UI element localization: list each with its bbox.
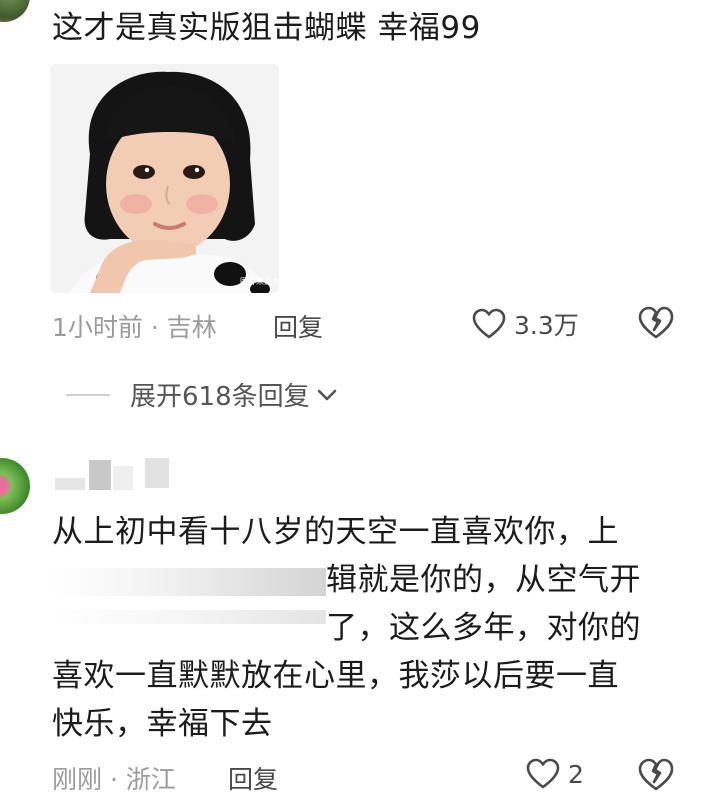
dislike-broken-heart-icon[interactable]	[638, 758, 674, 792]
expand-label: 展开618条回复	[130, 382, 310, 412]
comment-text-line: 了，这么多年，对你的	[326, 610, 641, 646]
comment-meta: 1小时前 · 吉林	[52, 313, 217, 342]
comment-text-line: 从上初中看十八岁的天空一直喜欢你，上	[52, 514, 619, 550]
comment-meta: 刚刚 · 浙江	[52, 765, 176, 794]
chevron-down-icon	[316, 388, 338, 402]
like-count: 2	[568, 759, 584, 789]
comment-text: 这才是真实版狙击蝴蝶 幸福99	[52, 10, 481, 46]
text-redaction	[50, 568, 326, 596]
image-watermark: 图片来源水印	[240, 276, 279, 286]
heart-icon	[472, 308, 506, 340]
comment-text-line: 辑就是你的，从空气开	[326, 562, 641, 598]
text-redaction	[50, 610, 326, 624]
expand-replies-button[interactable]: 展开618条回复	[66, 376, 338, 413]
like-button[interactable]: 2	[526, 758, 584, 790]
child-portrait-image: 图片来源水印	[50, 64, 279, 293]
dislike-broken-heart-icon[interactable]	[638, 306, 674, 340]
comment-text-line: 快乐，幸福下去	[52, 706, 273, 742]
comment-text-line: 喜欢一直默默放在心里，我莎以后要一直	[52, 658, 619, 694]
comment-image[interactable]: 图片来源水印	[50, 64, 279, 293]
like-count: 3.3万	[514, 311, 579, 340]
reply-button[interactable]: 回复	[228, 760, 278, 796]
avatar[interactable]	[0, 458, 30, 514]
like-button[interactable]: 3.3万	[472, 306, 579, 342]
divider	[66, 393, 110, 396]
avatar[interactable]	[0, 0, 30, 22]
reply-button[interactable]: 回复	[273, 308, 323, 344]
username-redacted	[55, 456, 175, 492]
heart-icon	[526, 758, 560, 790]
